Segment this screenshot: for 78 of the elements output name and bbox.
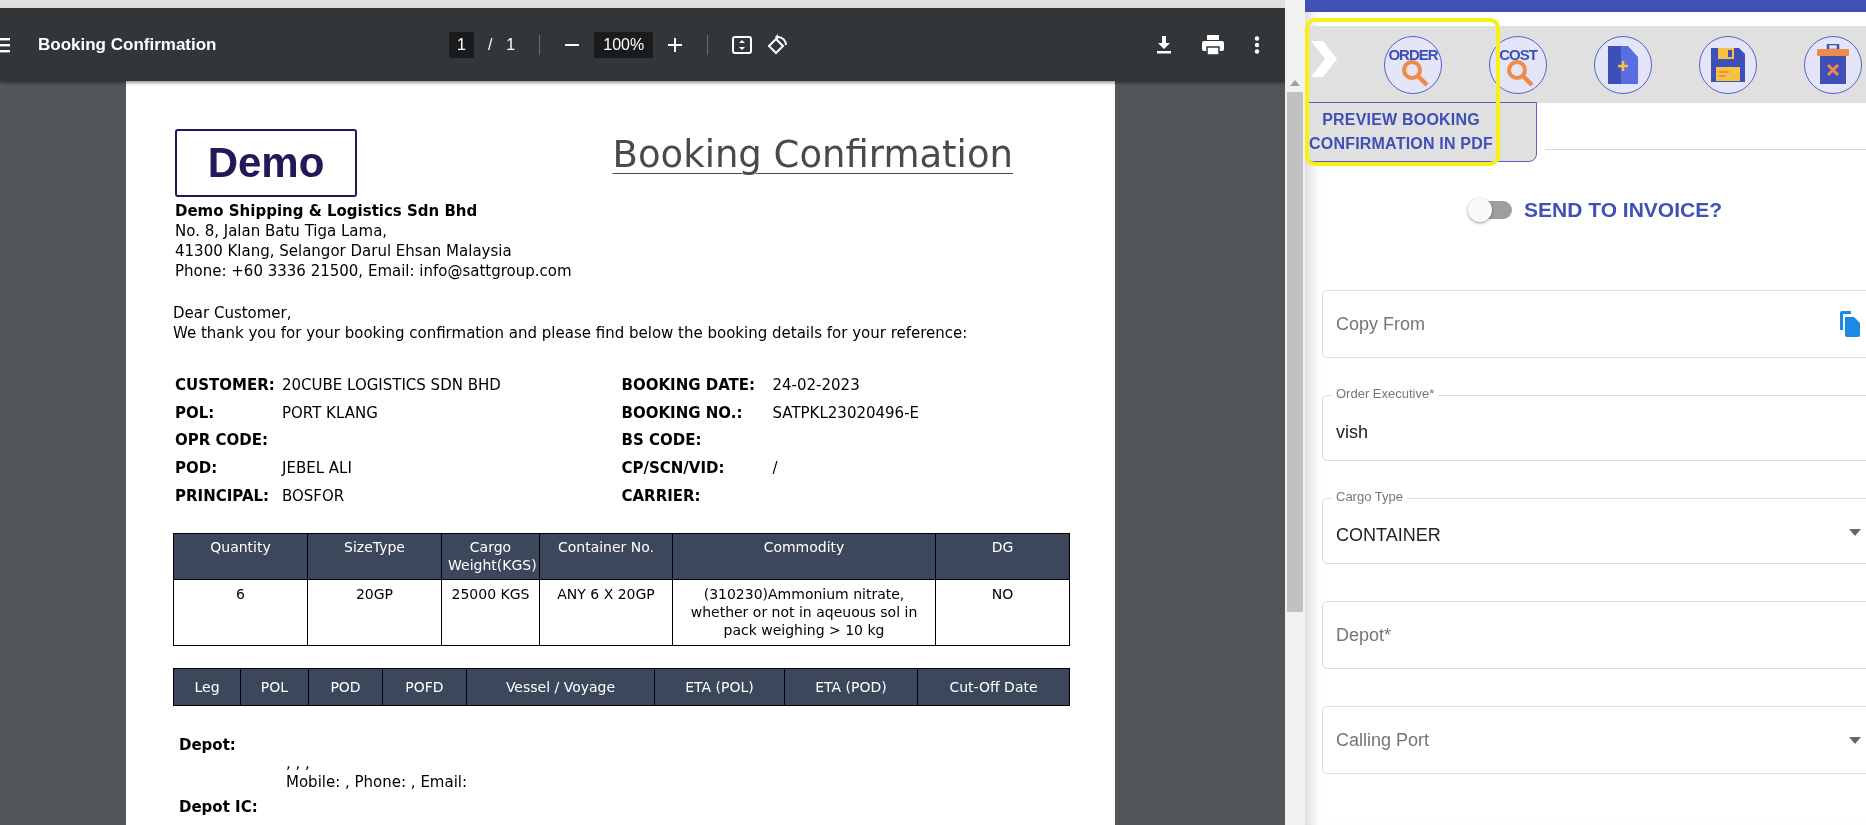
detail-label: BS CODE: [621, 431, 703, 450]
menu-icon[interactable] [0, 36, 10, 53]
table-cell: NO [935, 579, 1070, 646]
greeting-text: Dear Customer, [173, 303, 293, 323]
scrollbar-thumb[interactable] [1287, 92, 1303, 612]
caret-icon [1849, 737, 1861, 744]
column-header: POL [240, 668, 309, 706]
trash-can-icon [1816, 43, 1850, 86]
depot-address-line: , , , [286, 754, 311, 774]
company-address-line: Demo Shipping & Logistics Sdn Bhd [175, 201, 479, 221]
column-header: POFD [382, 668, 467, 706]
caret-icon [1849, 529, 1861, 536]
scrollbar[interactable] [1285, 0, 1305, 825]
column-header: Cargo Weight(KGS) [441, 533, 540, 580]
detail-label: PRINCIPAL: [175, 486, 271, 505]
detail-value: JEBEL ALI [282, 458, 352, 477]
column-header: SizeType [307, 533, 442, 580]
company-address-line: 41300 Klang, Selangor Darul Ehsan Malaysia [175, 241, 513, 261]
table-cell: 25000 KGS [441, 579, 540, 646]
company-address-line: Phone: +60 3336 21500, Email: info@sattgroup.com [175, 261, 572, 281]
field-label: Cargo Type [1332, 489, 1407, 505]
rotate-icon[interactable] [766, 33, 789, 56]
page-separator: / [487, 35, 493, 54]
column-header: ETA (POL) [654, 668, 785, 706]
detail-value: SATPKL23020496-E [772, 403, 920, 422]
zoom-in-icon[interactable] [667, 36, 684, 53]
document-heading: Booking Confirmation [612, 133, 1013, 176]
company-address-line: No. 8, Jalan Batu Tiga Lama, [175, 221, 389, 241]
order-search-button[interactable]: ORDER [1384, 35, 1442, 94]
depot-ic-label: Depot IC: [179, 798, 259, 817]
input-field[interactable]: Copy From [1322, 290, 1866, 358]
company-logo: Demo [175, 129, 357, 197]
table-cell: 6 [173, 579, 308, 646]
intro-text: We thank you for your booking confirmation and please find below the booking details for your reference: [173, 323, 969, 343]
column-header: Container No. [539, 533, 673, 580]
fit-page-icon[interactable] [732, 35, 753, 54]
magnifier-icon [1506, 58, 1536, 87]
download-icon[interactable] [1156, 35, 1172, 54]
table-cell: ANY 6 X 20GP [539, 579, 673, 646]
column-header: DG [935, 533, 1070, 580]
dropdown-field[interactable]: Calling Port [1322, 706, 1866, 774]
detail-value: 24-02-2023 [772, 375, 860, 394]
column-header: Vessel / Voyage [466, 668, 655, 706]
depot-label: Depot: [179, 736, 237, 755]
detail-label: CP/SCN/VID: [621, 458, 726, 477]
print-icon[interactable] [1202, 34, 1224, 55]
toggle-switch[interactable] [1470, 201, 1512, 219]
document-plus-icon [1606, 44, 1640, 85]
detail-value: BOSFOR [282, 486, 345, 505]
magnifier-icon [1401, 58, 1431, 87]
column-header: POD [308, 668, 383, 706]
table-cell: (310230)Ammonium nitrate, whether or not in aqeuous sol in pack weighing > 10 kg [672, 579, 936, 646]
detail-value: / [772, 458, 778, 477]
detail-label: BOOKING NO.: [621, 403, 744, 422]
column-header: Quantity [173, 533, 308, 580]
detail-value: 20CUBE LOGISTICS SDN BHD [282, 375, 501, 394]
detail-label: POD: [175, 458, 219, 477]
cost-search-button[interactable]: COST [1489, 35, 1547, 94]
detail-label: CUSTOMER: [175, 375, 276, 394]
toggle-label: SEND TO INVOICE? [1524, 198, 1722, 222]
page-number-field[interactable]: 1 [449, 31, 474, 58]
detail-label: BOOKING DATE: [621, 375, 757, 394]
column-header: ETA (POD) [784, 668, 918, 706]
detail-label: OPR CODE: [175, 431, 269, 450]
depot-address-line: Mobile: , Phone: , Email: [286, 773, 469, 793]
input-field[interactable]: Depot* [1322, 601, 1866, 669]
column-header: Cut-Off Date [917, 668, 1070, 706]
detail-value: PORT KLANG [282, 403, 378, 422]
zoom-field[interactable]: 100% [594, 31, 654, 58]
more-icon[interactable] [1254, 35, 1260, 54]
column-header: Leg [173, 668, 241, 706]
column-header: Commodity [672, 533, 936, 580]
page-total: 1 [506, 35, 516, 54]
copy-icon[interactable] [1839, 311, 1861, 337]
table-cell: 20GP [307, 579, 442, 646]
document-title: Booking Confirmation [38, 34, 217, 55]
detail-label: POL: [175, 403, 216, 422]
detail-label: CARRIER: [621, 486, 702, 505]
